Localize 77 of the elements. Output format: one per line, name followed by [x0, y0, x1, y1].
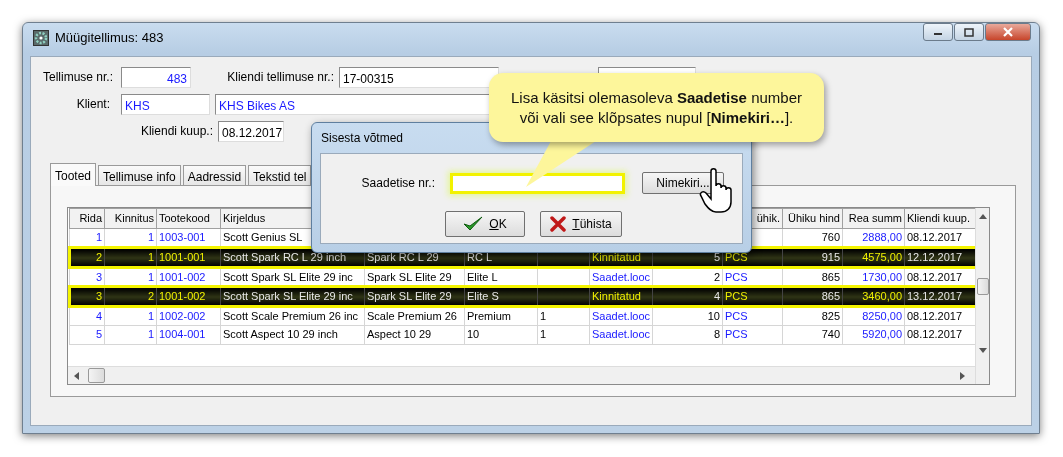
- table-cell: 3460,00: [842, 286, 905, 306]
- table-cell: 4: [652, 286, 723, 306]
- table-cell: Scott Scale Premium 26 inc: [220, 306, 365, 325]
- cancel-button[interactable]: Tühista: [540, 211, 622, 237]
- column-header[interactable]: Kirjeldus: [223, 212, 266, 225]
- table-cell: 5920,00: [842, 325, 905, 344]
- table-cell: 12.12.2017: [904, 247, 975, 267]
- table-cell: PCS: [722, 286, 783, 306]
- table-cell: 2: [69, 247, 105, 267]
- table-cell: Premium: [464, 306, 538, 325]
- order-number-field[interactable]: 483: [121, 66, 191, 88]
- table-cell: 1001-001: [156, 247, 221, 267]
- table-cell: 8250,00: [842, 306, 905, 325]
- table-cell: Kinnitatud: [589, 286, 653, 306]
- table-cell: Saadet.looc: [589, 325, 653, 344]
- table-cell: 3: [69, 286, 105, 306]
- ok-button[interactable]: OK: [445, 211, 525, 237]
- field-label: Saadetise nr.:: [360, 175, 435, 192]
- maximize-icon: [964, 27, 974, 37]
- maximize-button[interactable]: [954, 23, 984, 41]
- cross-icon: [550, 216, 567, 232]
- callout-text: Lisa käsitsi olemasoleva Saadetise number või vali see klõpsates nupul [Nimekiri…].: [510, 87, 803, 128]
- dialog-title: Sisesta võtmed: [320, 130, 405, 147]
- field-label: Kliendi tellimuse nr.:: [226, 69, 334, 86]
- table-cell: 825: [782, 306, 843, 325]
- scroll-left-icon[interactable]: [74, 372, 79, 380]
- tab[interactable]: Tekstid tel: [248, 165, 312, 185]
- table-cell: Scale Premium 26: [364, 306, 465, 325]
- shipment-number-field[interactable]: [450, 172, 625, 194]
- tab[interactable]: Tellimuse info: [98, 165, 181, 185]
- close-button[interactable]: [985, 23, 1031, 41]
- table-cell: 8: [652, 325, 723, 344]
- client-code-field[interactable]: KHS: [121, 93, 210, 115]
- customer-order-field[interactable]: 17-00315: [339, 66, 499, 88]
- close-icon: [1002, 27, 1014, 37]
- table-cell: 10: [464, 325, 538, 344]
- scrollbar-thumb[interactable]: [88, 368, 105, 383]
- tab[interactable]: Tooted: [50, 163, 97, 186]
- table-cell: 1: [537, 306, 590, 325]
- window-title: Müügitellimus: 483: [55, 29, 164, 48]
- table-cell: 1002-002: [156, 306, 221, 325]
- table-cell: 1001-002: [156, 286, 221, 306]
- table-cell: PCS: [722, 325, 783, 344]
- table-cell: 2: [104, 286, 157, 306]
- table-cell: 1: [537, 325, 590, 344]
- app-icon: [33, 30, 49, 46]
- scroll-right-icon[interactable]: [960, 372, 965, 380]
- check-icon: [463, 216, 484, 232]
- table-cell: 4575,00: [842, 247, 905, 267]
- table-cell: 1004-001: [156, 325, 221, 344]
- table-cell: Aspect 10 29: [364, 325, 465, 344]
- table-cell: Saadet.looc: [589, 306, 653, 325]
- table-cell: 1: [104, 247, 157, 267]
- table-cell: 1: [104, 306, 157, 325]
- table-cell: Scott Spark SL Elite 29 inc: [220, 286, 365, 306]
- table-cell: 13.12.2017: [904, 286, 975, 306]
- highlighted-row[interactable]: 3 2 1001-002 Scott Spark SL Elite 29 inc Spark SL Elite 29 Elite S Kinnitatud 4 PCS 865 3460,00 13.12.2017: [69, 286, 975, 306]
- field-label: Klient:: [75, 96, 110, 113]
- table-cell: PCS: [722, 306, 783, 325]
- table-cell: 10: [652, 306, 723, 325]
- scroll-up-icon[interactable]: [979, 214, 987, 219]
- table-cell: 4: [69, 306, 105, 325]
- table-cell: 915: [782, 247, 843, 267]
- table-cell: Elite S: [464, 286, 538, 306]
- table-cell: 5: [69, 325, 105, 344]
- tab[interactable]: Aadressid: [182, 165, 247, 185]
- date-field[interactable]: 08.12.2017: [218, 120, 284, 142]
- table-cell: 1: [104, 325, 157, 344]
- scroll-down-icon[interactable]: [979, 348, 987, 353]
- scrollbar-thumb[interactable]: [977, 278, 989, 295]
- table-cell: Spark SL Elite 29: [364, 286, 465, 306]
- field-label: Tellimuse nr.:: [41, 69, 113, 86]
- table-cell: 865: [782, 286, 843, 306]
- field-label: Kliendi kuup.:: [139, 123, 213, 140]
- table-cell: Scott Aspect 10 29 inch: [220, 325, 365, 344]
- table-cell: 740: [782, 325, 843, 344]
- minimize-button[interactable]: [923, 23, 953, 41]
